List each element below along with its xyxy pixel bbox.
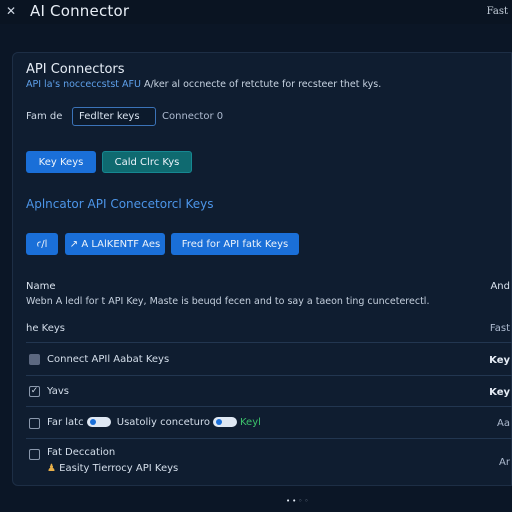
table-row-label: Connect APIl Aabat Keys — [47, 354, 170, 365]
user-icon: ♟ — [47, 463, 56, 474]
row-checkbox[interactable] — [29, 418, 40, 429]
find-api-keys-button[interactable]: Fred for API fatk Keys — [171, 233, 299, 255]
row-sublabel: Easity Tierrocy API Keys — [59, 463, 179, 474]
page-dot[interactable]: ◦ — [304, 497, 310, 505]
table-row-right: Key — [489, 387, 510, 398]
row-label-c: Keyl — [240, 417, 261, 428]
row-divider — [26, 342, 512, 343]
check-icon[interactable]: ✓ — [29, 386, 40, 397]
toggle-switch[interactable] — [213, 417, 237, 427]
pagination-dots[interactable]: ••◦◦ — [286, 497, 311, 505]
section-title: Aplncator API Conecetorcl Keys — [26, 197, 214, 211]
column-header-right[interactable]: And — [490, 281, 510, 292]
row-label-b: Usatoliy conceturo — [116, 417, 210, 428]
table-row-right: Fast — [489, 323, 510, 334]
table-description: Webn A ledl for t API Key, Maste is beuq… — [26, 296, 430, 307]
title-bar-right-label[interactable]: Fast — [487, 6, 508, 17]
row-label-a: Far latc — [47, 417, 84, 428]
key-keys-button[interactable]: Key Keys — [26, 151, 96, 173]
row-checkbox[interactable] — [29, 449, 40, 460]
row-divider — [26, 406, 512, 407]
connector-count: Connector 0 — [162, 111, 224, 122]
title-bar: ✕ AI Connector Fast — [0, 0, 512, 24]
toggle-switch[interactable] — [86, 417, 111, 427]
column-header-name[interactable]: Name — [26, 281, 56, 292]
table-row-right: Aa — [497, 418, 510, 429]
section-title-link[interactable]: Conecetorcl Keys — [110, 197, 213, 211]
window-title: AI Connector — [30, 2, 130, 20]
table-row-label: Yavs — [47, 386, 69, 397]
table-row-sub: ♟ Easity Tierrocy API Keys — [47, 463, 178, 474]
page-title: API Connectors — [26, 62, 125, 77]
row-divider — [26, 438, 512, 439]
filter-input[interactable] — [72, 107, 156, 126]
table-row-label: he Keys — [26, 323, 66, 334]
table-row-right: Ar — [499, 457, 510, 468]
page-description: API la's nocceccstst AFU A/ker al occnec… — [26, 79, 381, 90]
row-divider — [26, 375, 512, 376]
filter-label: Fam de — [26, 111, 63, 122]
add-alert-button[interactable]: ↗ A LAlKENTF Aes — [65, 233, 165, 255]
table-row-label: Fat Deccation — [47, 447, 116, 458]
cald-clrc-keys-button[interactable]: Cald Clrc Kys — [102, 151, 192, 173]
table-row-right: Key — [489, 355, 510, 366]
close-icon[interactable]: ✕ — [6, 4, 16, 18]
description-text: A/ker al occnecte of retctute for recste… — [140, 79, 382, 90]
description-link[interactable]: API la's nocceccstst AFU — [26, 79, 141, 90]
table-row-label: Far latc Usatoliy conceturo Keyl — [47, 417, 261, 428]
row-checkbox[interactable] — [29, 354, 40, 365]
section-title-prefix: Aplncator API — [26, 197, 107, 211]
icon-action-button[interactable]: ꜥ/l — [26, 233, 58, 255]
